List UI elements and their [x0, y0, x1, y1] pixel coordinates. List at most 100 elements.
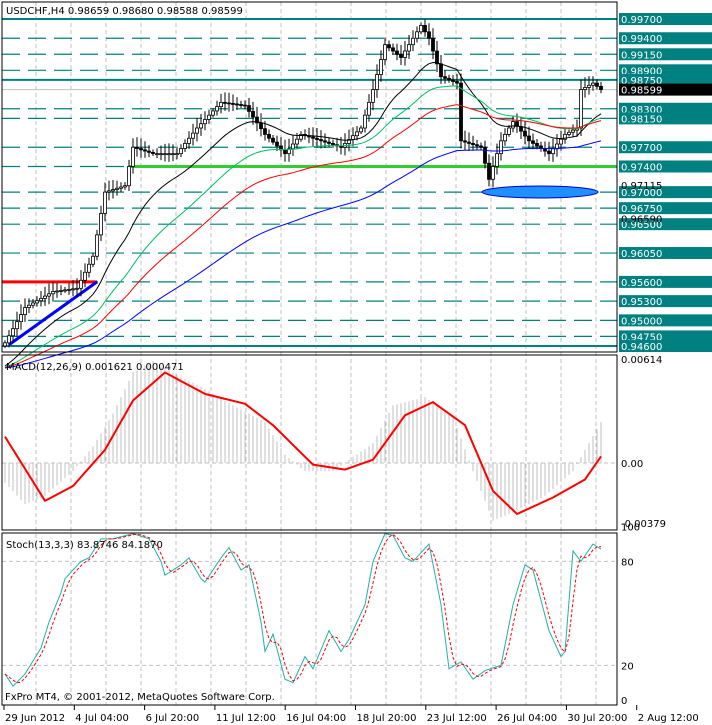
- candle-body: [591, 82, 595, 86]
- candle-body: [587, 84, 591, 88]
- candle-body: [491, 166, 495, 180]
- candle-body: [27, 304, 31, 308]
- candle-body: [243, 104, 247, 107]
- candle-body: [467, 141, 471, 144]
- candle-body: [331, 142, 335, 146]
- candle-body: [135, 146, 139, 149]
- candle-body: [487, 162, 491, 180]
- candle-body: [511, 121, 515, 129]
- candle-body: [507, 127, 511, 135]
- minor-price-label: 0.97115: [621, 181, 662, 192]
- candle-body: [415, 31, 419, 39]
- x-tick-label: 23 Jul 12:00: [427, 713, 487, 724]
- price-label: 0.99700: [621, 15, 662, 26]
- x-tick-label: 2 Aug 12:00: [638, 713, 699, 724]
- candle-body: [163, 153, 167, 156]
- grid: [35, 2, 597, 705]
- candle-body: [19, 314, 23, 323]
- candle-body: [403, 50, 407, 58]
- stoch-tick-label: 0: [621, 696, 627, 707]
- candle-body: [39, 297, 43, 302]
- candle-body: [499, 140, 503, 155]
- candle-body: [51, 291, 55, 295]
- candle-body: [571, 129, 575, 133]
- candle-body: [323, 140, 327, 143]
- candle-body: [527, 135, 531, 142]
- candle-body: [475, 144, 479, 147]
- candle-body: [227, 102, 231, 105]
- candle-body: [63, 289, 67, 292]
- x-tick-label: 6 Jul 20:00: [146, 713, 200, 724]
- candle-body: [367, 101, 371, 116]
- price-label: 0.95300: [621, 297, 662, 308]
- macd-signal-line: [4, 371, 602, 516]
- candle-body: [531, 140, 535, 144]
- candle-body: [87, 263, 91, 273]
- macd-tick-label: 0.00614: [621, 355, 662, 366]
- price-label: 0.94600: [621, 342, 662, 353]
- candle-body: [319, 139, 323, 142]
- candle-body: [443, 76, 447, 79]
- candle-body: [275, 141, 279, 147]
- stoch-panel: [2, 533, 617, 687]
- candle-body: [547, 150, 551, 155]
- candle-body: [399, 53, 403, 58]
- candle-body: [447, 77, 451, 81]
- candle-body: [463, 140, 467, 143]
- candle-body: [43, 295, 47, 299]
- candle-body: [23, 307, 27, 315]
- candle-body: [75, 287, 79, 290]
- candle-body: [159, 153, 163, 156]
- candle-body: [315, 137, 319, 140]
- candle-body: [79, 279, 83, 289]
- candle-body: [523, 130, 527, 137]
- stoch-main-line: [4, 533, 602, 687]
- current-price-label: 0.98599: [621, 86, 662, 97]
- candle-body: [355, 131, 359, 137]
- candle-body: [435, 50, 439, 65]
- candle-body: [387, 44, 391, 49]
- candles: [3, 19, 603, 349]
- candle-body: [231, 103, 235, 105]
- price-label: 0.95600: [621, 278, 662, 289]
- candle-body: [259, 122, 263, 130]
- candle-body: [167, 153, 171, 156]
- candle-body: [295, 138, 299, 145]
- candle-body: [139, 148, 143, 151]
- candle-body: [359, 127, 363, 133]
- candle-body: [55, 290, 59, 293]
- candle-body: [251, 110, 255, 118]
- candle-body: [175, 153, 179, 156]
- candle-body: [103, 191, 107, 214]
- candle-body: [283, 149, 287, 155]
- candle-body: [115, 187, 119, 190]
- candle-body: [91, 255, 95, 265]
- candle-body: [455, 81, 459, 84]
- macd-panel: [2, 361, 617, 521]
- candle-body: [235, 103, 239, 106]
- candle-body: [551, 148, 555, 155]
- candle-body: [107, 190, 111, 193]
- candle-body: [503, 134, 507, 142]
- candle-body: [471, 142, 475, 146]
- candle-body: [195, 127, 199, 134]
- candle-body: [15, 321, 19, 330]
- moving-average-60: [4, 104, 602, 369]
- x-tick-label: 11 Jul 12:00: [216, 713, 276, 724]
- candle-body: [383, 44, 387, 61]
- candle-body: [375, 74, 379, 90]
- stoch-label: Stoch(13,3,3) 83.8746 84.1870: [6, 540, 163, 551]
- stoch-tick-label: 80: [621, 557, 634, 568]
- candle-body: [239, 104, 243, 106]
- price-label: 0.95000: [621, 316, 662, 327]
- candle-body: [3, 342, 7, 347]
- candle-body: [599, 85, 603, 90]
- candle-body: [207, 114, 211, 120]
- candle-body: [431, 37, 435, 52]
- x-tick-label: 18 Jul 20:00: [357, 713, 417, 724]
- candle-body: [363, 114, 367, 129]
- candle-body: [99, 213, 103, 236]
- candle-body: [567, 131, 571, 135]
- candle-body: [215, 106, 219, 112]
- chart-canvas[interactable]: 0.997000.994000.991500.989000.987500.983…: [0, 0, 712, 725]
